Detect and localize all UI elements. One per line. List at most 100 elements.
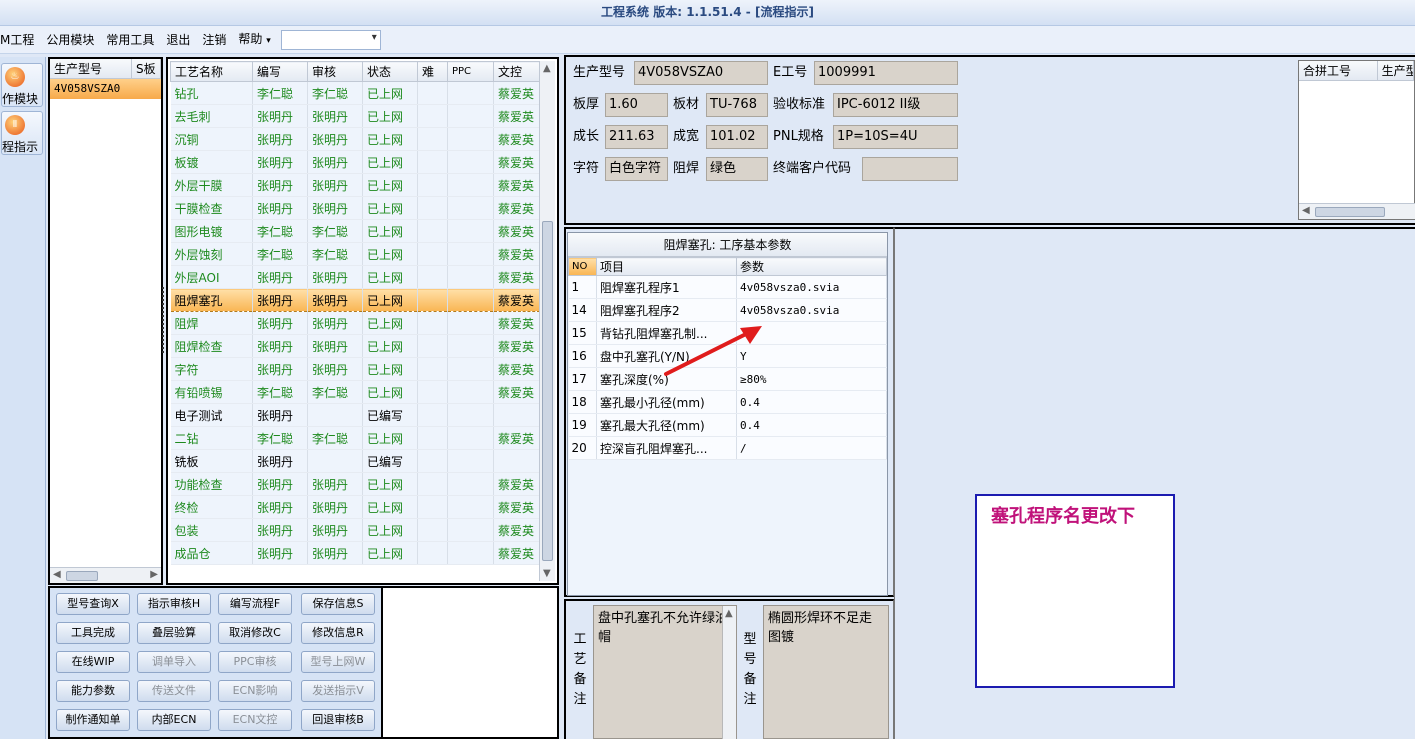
column-header-merge-eno[interactable]: 合拼工号 xyxy=(1299,61,1378,80)
send-file-button[interactable]: 传送文件 xyxy=(137,680,211,702)
ppc-cell xyxy=(447,518,494,542)
length-field[interactable]: 211.63 xyxy=(605,125,668,149)
modify-info-button[interactable]: 修改信息R xyxy=(301,622,375,644)
column-header-difficulty[interactable]: 难 xyxy=(417,61,448,82)
column-header-no[interactable]: NO xyxy=(568,257,597,276)
table-row[interactable]: 20 控深盲孔阻焊塞孔... / xyxy=(568,436,887,460)
column-header-writer[interactable]: 编写 xyxy=(252,61,308,82)
width-field[interactable]: 101.02 xyxy=(706,125,768,149)
customer-code-field[interactable] xyxy=(862,157,958,181)
scroll-up-icon[interactable]: ▲ xyxy=(543,63,551,74)
table-row[interactable]: 字符 张明丹 张明丹 已上网 蔡爱英 xyxy=(170,357,541,381)
import-order-button[interactable]: 调单导入 xyxy=(137,651,211,673)
character-field[interactable]: 白色字符 xyxy=(605,157,668,181)
menu-item-engineering[interactable]: M工程 xyxy=(0,26,40,54)
table-row[interactable]: 外层AOI 张明丹 张明丹 已上网 蔡爱英 xyxy=(170,265,541,289)
internal-ecn-button[interactable]: 内部ECN xyxy=(137,709,211,731)
write-process-button[interactable]: 编写流程F xyxy=(218,593,292,615)
pnl-spec-field[interactable]: 1P=10S=4U xyxy=(833,125,958,149)
scroll-up-icon[interactable]: ▲ xyxy=(725,608,733,619)
model-field[interactable]: 4V058VSZA0 xyxy=(634,61,768,85)
table-row[interactable]: 有铅喷锡 李仁聪 李仁聪 已上网 蔡爱英 xyxy=(170,380,541,404)
table-row[interactable]: 电子测试 张明丹 已编写 xyxy=(170,403,541,427)
scrollbar-thumb[interactable] xyxy=(1315,207,1385,217)
model-remark-field[interactable]: 椭圆形焊环不足走图镀 xyxy=(763,605,889,739)
table-row[interactable]: 包装 张明丹 张明丹 已上网 蔡爱英 xyxy=(170,518,541,542)
stackup-check-button[interactable]: 叠层验算 xyxy=(137,622,211,644)
model-list-item[interactable]: 4V058VSZA0 xyxy=(50,79,161,99)
table-row[interactable]: 成品仓 张明丹 张明丹 已上网 蔡爱英 xyxy=(170,541,541,565)
table-row[interactable]: 阻焊 张明丹 张明丹 已上网 蔡爱英 xyxy=(170,311,541,335)
acceptance-standard-field[interactable]: IPC-6012 II级 xyxy=(833,93,958,117)
horizontal-scrollbar[interactable]: ◀ xyxy=(1299,203,1415,219)
capability-params-button[interactable]: 能力参数 xyxy=(56,680,130,702)
thickness-field[interactable]: 1.60 xyxy=(605,93,668,117)
nav-button-production-module[interactable]: ♨ 作模块 xyxy=(1,63,43,107)
ppc-review-button[interactable]: PPC审核 xyxy=(218,651,292,673)
table-row[interactable]: 功能检查 张明丹 张明丹 已上网 蔡爱英 xyxy=(170,472,541,496)
column-header-status[interactable]: 状态 xyxy=(362,61,418,82)
column-header-ppc[interactable]: PPC xyxy=(447,61,494,82)
table-row[interactable]: 外层干膜 张明丹 张明丹 已上网 蔡爱英 xyxy=(170,173,541,197)
column-header-merge-model[interactable]: 生产型 xyxy=(1378,61,1414,80)
table-row[interactable]: 外层蚀刻 李仁聪 李仁聪 已上网 蔡爱英 xyxy=(170,242,541,266)
column-header-doc-control[interactable]: 文控 xyxy=(493,61,541,82)
scroll-right-icon[interactable]: ▶ xyxy=(150,569,158,580)
column-header-s-board[interactable]: S板 xyxy=(132,59,161,78)
menu-item-exit[interactable]: 退出 xyxy=(160,26,196,54)
table-row[interactable]: 铣板 张明丹 已编写 xyxy=(170,449,541,473)
vertical-scrollbar[interactable]: ▲ ▼ xyxy=(539,61,555,581)
table-row[interactable]: 钻孔 李仁聪 李仁聪 已上网 蔡爱英 xyxy=(170,81,541,105)
scroll-left-icon[interactable]: ◀ xyxy=(1302,205,1310,216)
menu-item-help[interactable]: 帮助 ▾ xyxy=(232,25,276,55)
column-header-process[interactable]: 工艺名称 xyxy=(170,61,253,82)
scrollbar-thumb[interactable] xyxy=(542,221,553,561)
scrollbar-thumb[interactable] xyxy=(66,571,98,581)
ecn-doc-control-button[interactable]: ECN文控 xyxy=(218,709,292,731)
scroll-left-icon[interactable]: ◀ xyxy=(53,569,61,580)
table-row[interactable]: 阻焊塞孔 张明丹 张明丹 已上网 蔡爱英 xyxy=(170,288,541,312)
column-header-item[interactable]: 项目 xyxy=(596,257,737,276)
process-remark-field[interactable]: 盘中孔塞孔不允许绿油帽 xyxy=(593,605,737,739)
annotation-text: 塞孔程序名更改下 xyxy=(991,506,1135,527)
scroll-down-icon[interactable]: ▼ xyxy=(543,568,551,579)
column-header-model[interactable]: 生产型号 xyxy=(50,59,132,78)
table-row[interactable]: 板镀 张明丹 张明丹 已上网 蔡爱英 xyxy=(170,150,541,174)
model-online-button[interactable]: 型号上网W xyxy=(301,651,375,673)
nav-button-process-guide[interactable]: Ⅱ 程指示 xyxy=(1,111,43,155)
tool-complete-button[interactable]: 工具完成 xyxy=(56,622,130,644)
table-row[interactable]: 图形电镀 李仁聪 李仁聪 已上网 蔡爱英 xyxy=(170,219,541,243)
menu-combo-box[interactable] xyxy=(280,29,381,50)
cancel-edit-button[interactable]: 取消修改C xyxy=(218,622,292,644)
table-row[interactable]: 终检 张明丹 张明丹 已上网 蔡爱英 xyxy=(170,495,541,519)
menu-item-tools[interactable]: 常用工具 xyxy=(100,26,160,54)
review-guide-button[interactable]: 指示审核H xyxy=(137,593,211,615)
table-row[interactable]: 18 塞孔最小孔径(mm) 0.4 xyxy=(568,390,887,414)
menu-item-public-module[interactable]: 公用模块 xyxy=(40,26,100,54)
process-name-cell: 阻焊塞孔 xyxy=(170,288,253,312)
table-row[interactable]: 干膜检查 张明丹 张明丹 已上网 蔡爱英 xyxy=(170,196,541,220)
ecn-impact-button[interactable]: ECN影响 xyxy=(218,680,292,702)
table-row[interactable]: 阻焊检查 张明丹 张明丹 已上网 蔡爱英 xyxy=(170,334,541,358)
param-value-cell: / xyxy=(736,436,887,460)
make-notice-button[interactable]: 制作通知单 xyxy=(56,709,130,731)
table-row[interactable]: 去毛刺 张明丹 张明丹 已上网 蔡爱英 xyxy=(170,104,541,128)
table-row[interactable]: 19 塞孔最大孔径(mm) 0.4 xyxy=(568,413,887,437)
save-info-button[interactable]: 保存信息S xyxy=(301,593,375,615)
rollback-review-button[interactable]: 回退审核B xyxy=(301,709,375,731)
doc-control-cell: 蔡爱英 xyxy=(493,242,541,266)
horizontal-scrollbar[interactable]: ◀ ▶ xyxy=(50,567,161,583)
table-row[interactable]: 1 阻焊塞孔程序1 4v058vsza0.svia xyxy=(568,275,887,299)
table-row[interactable]: 沉铜 张明丹 张明丹 已上网 蔡爱英 xyxy=(170,127,541,151)
solder-mask-field[interactable]: 绿色 xyxy=(706,157,768,181)
material-field[interactable]: TU-768 xyxy=(706,93,768,117)
vertical-scrollbar[interactable]: ▲ xyxy=(722,606,736,739)
send-guide-button[interactable]: 发送指示V xyxy=(301,680,375,702)
column-header-reviewer[interactable]: 审核 xyxy=(307,61,363,82)
model-query-button[interactable]: 型号查询X xyxy=(56,593,130,615)
table-row[interactable]: 二钻 李仁聪 李仁聪 已上网 蔡爱英 xyxy=(170,426,541,450)
eno-field[interactable]: 1009991 xyxy=(814,61,958,85)
menu-item-logout[interactable]: 注销 xyxy=(196,26,232,54)
column-header-param[interactable]: 参数 xyxy=(736,257,887,276)
online-wip-button[interactable]: 在线WIP xyxy=(56,651,130,673)
